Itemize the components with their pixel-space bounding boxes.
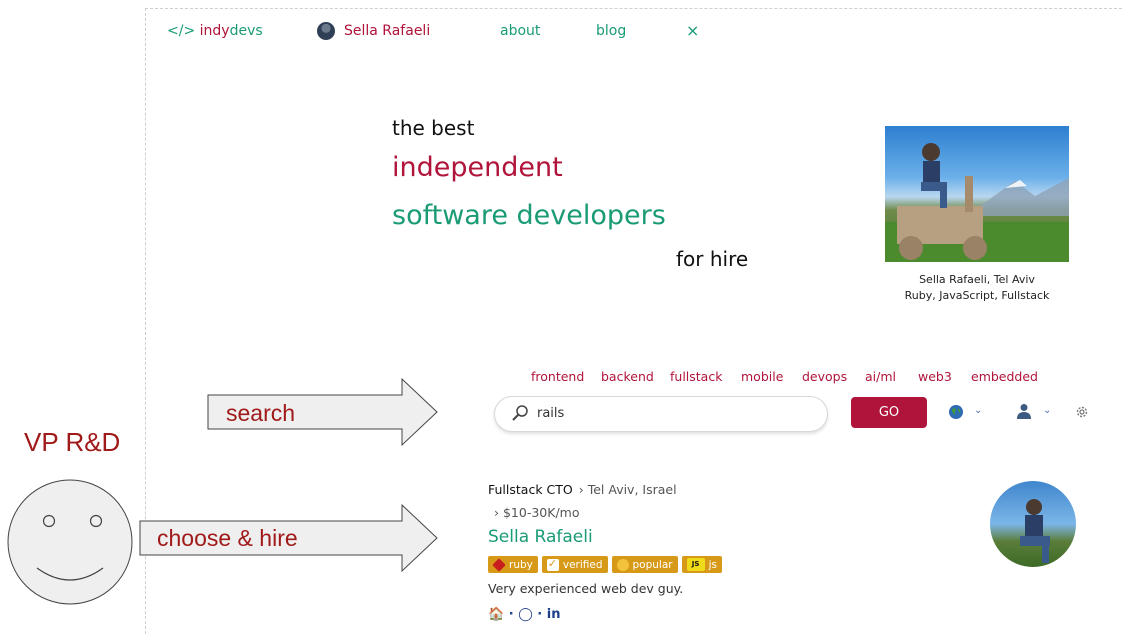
nav-link-blog[interactable]: blog — [596, 23, 626, 39]
persona-label: VP R&D — [24, 427, 121, 457]
badge-js-label: js — [708, 558, 717, 571]
link-separator: · — [537, 607, 543, 622]
frame-top-border — [145, 8, 1122, 9]
search-icon — [511, 404, 529, 426]
badge-popular: popular — [611, 556, 678, 573]
result-description: Very experienced web dev guy. — [488, 581, 684, 596]
category-fullstack[interactable]: fullstack — [670, 369, 722, 384]
linkedin-icon[interactable]: in — [547, 607, 561, 622]
nav-user[interactable]: Sella Rafaeli — [317, 22, 430, 40]
home-icon[interactable]: 🏠 — [488, 607, 504, 622]
featured-photo-illustration — [885, 143, 1069, 262]
choose-hire-arrow-label: choose & hire — [157, 525, 298, 551]
frame-left-border — [145, 8, 146, 634]
globe-icon[interactable] — [948, 404, 964, 424]
category-embedded[interactable]: embedded — [971, 369, 1038, 384]
badge-ruby-label: ruby — [509, 558, 533, 571]
featured-caption-skills: Ruby, JavaScript, Fullstack — [904, 289, 1050, 302]
go-button[interactable]: GO — [851, 397, 927, 428]
ruby-icon — [492, 557, 506, 572]
smiley-eye-right — [89, 514, 103, 528]
category-mobile[interactable]: mobile — [741, 369, 783, 384]
badge-ruby: ruby — [488, 556, 538, 573]
smile-icon — [616, 558, 629, 571]
category-ai-ml[interactable]: ai/ml — [865, 369, 896, 384]
result-name-link[interactable]: Sella Rafaeli — [488, 527, 593, 547]
smiley-eye-left — [42, 514, 56, 528]
github-icon[interactable]: ◯ — [518, 607, 533, 622]
smiley-face — [7, 479, 133, 605]
result-rate: › $10-30K/mo — [494, 505, 580, 520]
result-badges: ruby verified popular JSjs — [488, 556, 722, 573]
nav-user-name: Sella Rafaeli — [344, 23, 431, 39]
featured-caption-name: Sella Rafaeli, Tel Aviv — [919, 273, 1035, 286]
gear-icon[interactable] — [1075, 404, 1089, 423]
hero-line-2: independent — [392, 152, 563, 183]
badge-verified-label: verified — [562, 558, 603, 571]
user-avatar-icon — [317, 22, 335, 40]
hero-line-4: for hire — [676, 247, 749, 271]
check-icon — [546, 557, 559, 571]
featured-developer-photo[interactable] — [885, 126, 1069, 262]
badge-verified: verified — [541, 556, 608, 573]
logo-devs: devs — [229, 23, 263, 39]
result-location: › Tel Aviv, Israel — [578, 482, 677, 497]
badge-js: JS js — [681, 556, 722, 573]
category-backend[interactable]: backend — [601, 369, 654, 384]
result-links: 🏠 · ◯ · in — [488, 607, 561, 622]
search-arrow-label: search — [226, 400, 296, 426]
chevron-down-icon[interactable]: ⌄ — [974, 405, 982, 416]
logo-indy: indy — [199, 23, 230, 39]
result-role: Fullstack CTO — [488, 482, 573, 497]
result-role-line: Fullstack CTO › Tel Aviv, Israel — [488, 482, 677, 497]
category-devops[interactable]: devops — [802, 369, 847, 384]
chevron-down-icon[interactable]: ⌄ — [1043, 405, 1051, 416]
smiley-mouth — [36, 567, 104, 581]
user-icon[interactable] — [1017, 403, 1031, 423]
hero-line-1: the best — [392, 116, 475, 140]
category-frontend[interactable]: frontend — [531, 369, 584, 384]
nav-link-about[interactable]: about — [500, 23, 540, 39]
category-web3[interactable]: web3 — [918, 369, 952, 384]
site-logo[interactable]: </> indydevs — [167, 23, 263, 39]
result-avatar[interactable] — [990, 481, 1076, 567]
featured-caption: Sella Rafaeli, Tel Aviv Ruby, JavaScript… — [885, 272, 1069, 304]
result-avatar-illustration — [1020, 499, 1050, 563]
search-input[interactable]: rails — [494, 396, 828, 432]
hero-line-3: software developers — [392, 200, 666, 231]
link-separator: · — [508, 607, 514, 622]
js-icon: JS — [686, 558, 705, 571]
close-icon[interactable]: × — [686, 21, 699, 40]
logo-code-glyph: </> — [167, 23, 200, 39]
badge-popular-label: popular — [632, 558, 673, 571]
search-query: rails — [537, 406, 565, 421]
